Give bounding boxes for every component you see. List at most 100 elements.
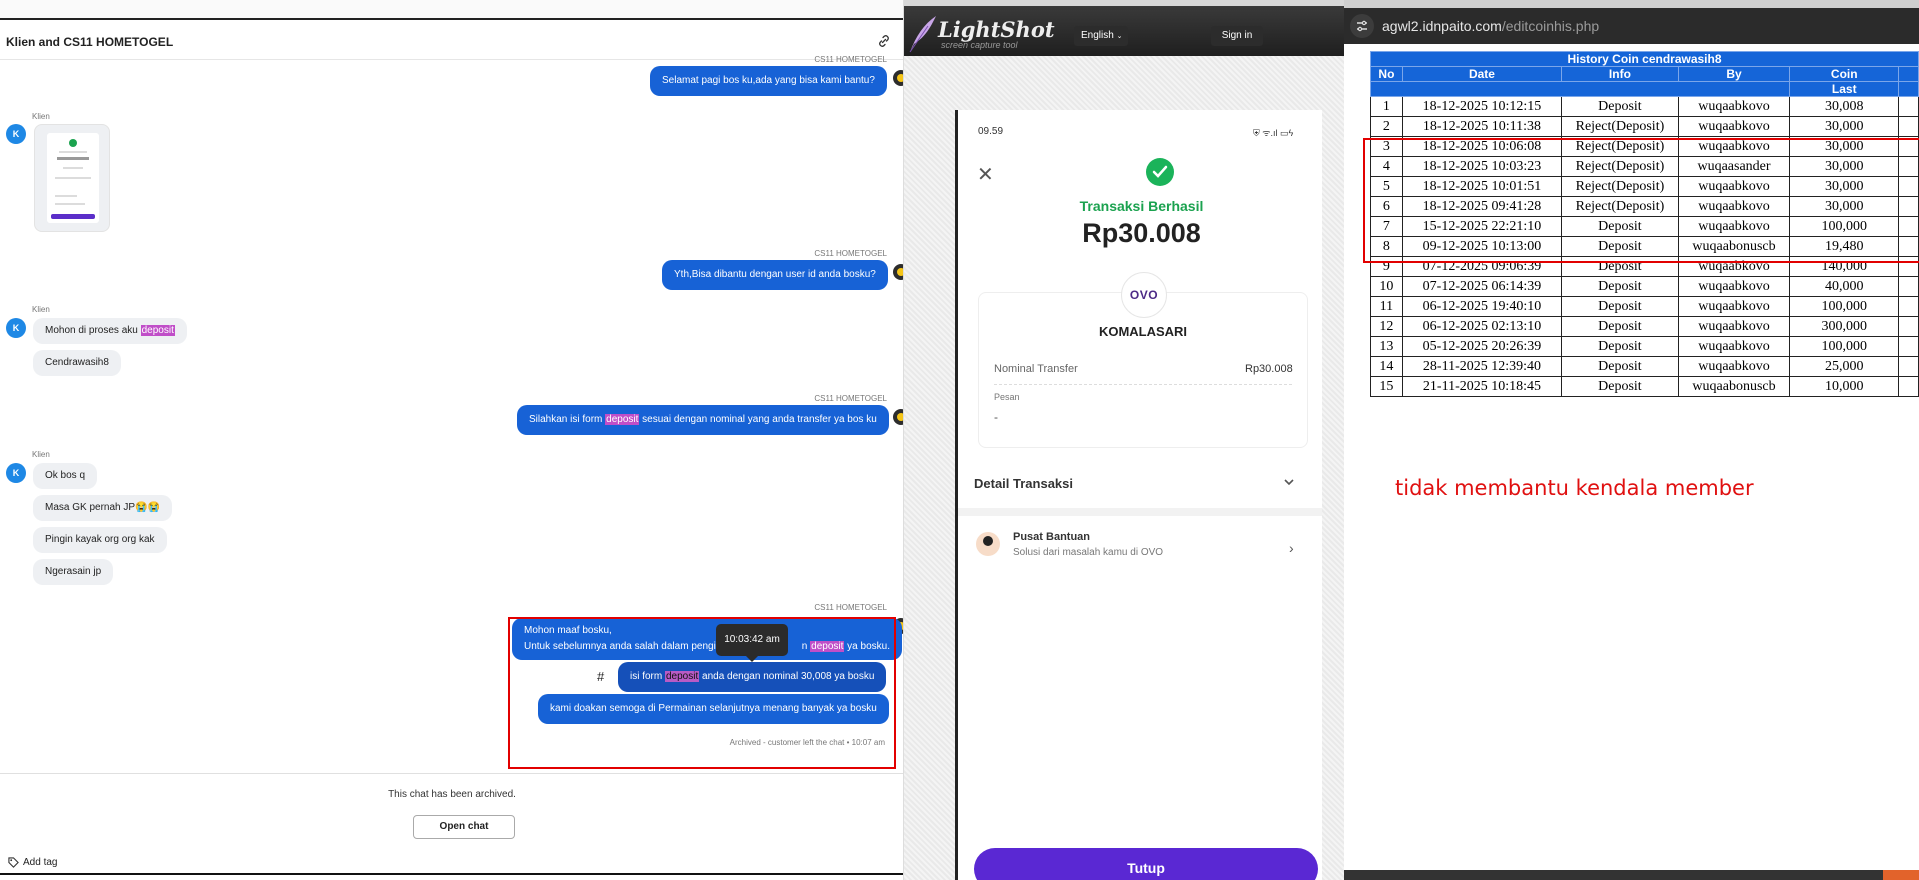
annotation-box [1363, 138, 1919, 263]
open-chat-button[interactable]: Open chat [413, 815, 515, 839]
feather-logo-icon [909, 16, 936, 53]
tab-strip [1344, 0, 1919, 8]
site-settings-icon[interactable] [1350, 14, 1374, 38]
table-cell: 2 [1370, 116, 1403, 137]
archived-text: This chat has been archived. [388, 789, 516, 800]
divider [994, 384, 1292, 385]
table-cell: 300,000 [1789, 316, 1900, 337]
add-tag-button[interactable]: Add tag [8, 857, 57, 868]
link-icon[interactable] [876, 33, 892, 49]
search-highlight: deposit [605, 414, 640, 425]
client-message: Ok bos q [33, 463, 98, 489]
message-text: Silahkan isi form [529, 414, 606, 425]
table-row: 13 05-12-2025 20:26:39 Deposit wuqaabkovo 10… [1370, 336, 1919, 357]
chat-panel: Klien and CS11 HOMETOGEL CS11 HOMETOGEL … [0, 0, 904, 880]
table-cell [1898, 276, 1919, 297]
table-cell: wuqaabonuscb [1677, 376, 1791, 397]
transfer-label: Nominal Transfer [994, 363, 1078, 375]
table-cell [1898, 336, 1919, 357]
client-message: Masa GK pernah JP😭😭 [33, 495, 172, 521]
divider [0, 873, 903, 875]
close-icon: ✕ [977, 164, 994, 186]
agent-avatar [893, 70, 903, 86]
table-cell: 1 [1370, 96, 1403, 117]
taskbar-strip [1344, 870, 1919, 880]
table-cell: Deposit [1561, 356, 1679, 377]
agent-name: CS11 HOMETOGEL [814, 249, 887, 258]
table-cell: Deposit [1561, 376, 1679, 397]
table-cell: 40,000 [1789, 276, 1900, 297]
header-date: Date [1401, 66, 1563, 82]
screenshot-composite: Klien and CS11 HOMETOGEL CS11 HOMETOGEL … [0, 0, 1919, 880]
client-message: Pingin kayak org org kak [33, 527, 167, 553]
table-cell: wuqaabkovo [1677, 296, 1791, 317]
amount: Rp30.008 [1082, 218, 1201, 248]
divider [958, 508, 1322, 516]
client-avatar: K [6, 463, 26, 483]
table-row: 11 06-12-2025 19:40:10 Deposit wuqaabkovo 10… [1370, 296, 1919, 317]
table-cell: wuqaabkovo [1677, 96, 1791, 117]
sign-in-button[interactable]: Sign in [1211, 26, 1263, 46]
table-cell: wuqaabkovo [1677, 276, 1791, 297]
table-cell: 100,000 [1789, 336, 1900, 357]
table-cell: 28-11-2025 12:39:40 [1401, 356, 1563, 377]
table-cell [1898, 316, 1919, 337]
transfer-value: Rp30.008 [1245, 363, 1293, 375]
chevron-down-icon [1284, 479, 1294, 486]
table-row: 14 28-11-2025 12:39:40 Deposit wuqaabkovo 25… [1370, 356, 1919, 377]
browser-window: agwl2.idnpaito.com/editcoinhis.php Histo… [1344, 0, 1919, 880]
top-strip [0, 0, 903, 20]
lightshot-header: LightShot screen capture tool English ⌄ … [904, 6, 1344, 56]
agent-message: Silahkan isi form deposit sesuai dengan … [517, 405, 889, 435]
receipt-thumbnail[interactable] [34, 124, 110, 232]
table-cell: 30,000 [1789, 116, 1900, 137]
client-name: Klien [32, 305, 50, 314]
address-bar[interactable]: agwl2.idnpaito.com/editcoinhis.php [1344, 8, 1919, 44]
table-cell: Deposit [1561, 296, 1679, 317]
chat-title: Klien and CS11 HOMETOGEL [6, 35, 174, 49]
table-row: 2 18-12-2025 10:11:38 Reject(Deposit) wuqaa… [1370, 116, 1919, 137]
phone-time: 09.59 [978, 126, 1004, 137]
table-row: 12 06-12-2025 02:13:10 Deposit wuqaabkovo 30… [1370, 316, 1919, 337]
annotation-box [508, 617, 896, 769]
url-text[interactable]: agwl2.idnpaito.com/editcoinhis.php [1382, 18, 1599, 34]
thumbnail-button [51, 214, 95, 219]
table-cell: 30,008 [1789, 96, 1900, 117]
ovo-logo: OVO [1121, 272, 1167, 318]
message-text: sesuai dengan nominal yang anda transfer… [639, 414, 877, 425]
table-cell [1898, 96, 1919, 117]
table-cell: wuqaabkovo [1677, 336, 1791, 357]
table-cell: 10,000 [1789, 376, 1900, 397]
table-cell [1898, 376, 1919, 397]
agent-name: CS11 HOMETOGEL [814, 603, 887, 612]
table-cell: wuqaabkovo [1677, 116, 1791, 137]
table-cell: 06-12-2025 02:13:10 [1401, 316, 1563, 337]
language-select[interactable]: English ⌄ [1074, 26, 1128, 46]
client-avatar: K [6, 124, 26, 144]
url-path: /editcoinhis.php [1501, 18, 1600, 34]
table-cell: 18-12-2025 10:12:15 [1401, 96, 1563, 117]
lightshot-logo[interactable]: LightShot [938, 17, 1055, 42]
header-extra [1898, 66, 1919, 82]
client-name: Klien [32, 112, 50, 121]
table-cell: 05-12-2025 20:26:39 [1401, 336, 1563, 357]
table-cell: 11 [1370, 296, 1403, 317]
lightshot-tagline: screen capture tool [941, 40, 1018, 50]
client-avatar: K [6, 318, 26, 338]
help-avatar-icon [976, 532, 1000, 556]
table-row: 10 07-12-2025 06:14:39 Deposit wuqaabkovo 40… [1370, 276, 1919, 297]
table-cell: Deposit [1561, 96, 1679, 117]
agent-name: CS11 HOMETOGEL [814, 55, 887, 64]
client-message: Mohon di proses aku deposit [33, 318, 187, 344]
table-cell: wuqaabkovo [1677, 356, 1791, 377]
header-extra [1898, 81, 1919, 97]
agent-message: Selamat pagi bos ku,ada yang bisa kami b… [650, 66, 887, 96]
receipt-screenshot: 09.59 ⛨ ᯤ.ıl ▭ϟ ✕ Transaksi Berhasil Rp3… [955, 110, 1322, 880]
recipient-name: KOMALASARI [1098, 324, 1188, 339]
agent-name: CS11 HOMETOGEL [814, 394, 887, 403]
subheader-blank [1369, 81, 1791, 97]
add-tag-label: Add tag [23, 857, 58, 868]
table-cell [1898, 296, 1919, 317]
table-row: 1 18-12-2025 10:12:15 Deposit wuqaabkovo 30,… [1370, 96, 1919, 117]
table-cell: 10 [1370, 276, 1403, 297]
